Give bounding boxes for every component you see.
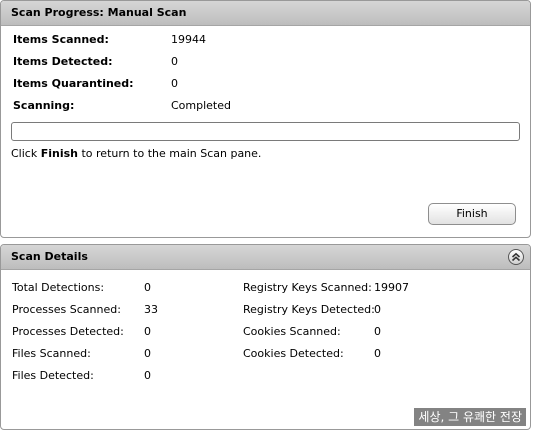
cookies-detected-label: Cookies Detected: [243, 347, 344, 360]
collapse-details-button[interactable] [508, 249, 524, 265]
scan-details-panel: Scan Details Total Detections: 0 Process… [0, 244, 531, 430]
processes-detected-label: Processes Detected: [12, 325, 124, 338]
files-detected-value: 0 [144, 369, 151, 382]
files-scanned-label: Files Scanned: [12, 347, 91, 360]
registry-keys-detected-value: 0 [374, 303, 381, 316]
scanning-status-value: Completed [171, 99, 231, 112]
scan-progress-bar [11, 122, 520, 141]
items-detected-value: 0 [171, 55, 178, 68]
total-detections-value: 0 [144, 281, 151, 294]
finish-instruction: Click Finish to return to the main Scan … [11, 147, 261, 161]
processes-detected-value: 0 [144, 325, 151, 338]
double-chevron-up-icon [511, 252, 521, 262]
cookies-scanned-label: Cookies Scanned: [243, 325, 341, 338]
registry-keys-scanned-label: Registry Keys Scanned: [243, 281, 372, 294]
items-quarantined-label: Items Quarantined: [13, 77, 134, 90]
files-scanned-value: 0 [144, 347, 151, 360]
items-detected-label: Items Detected: [13, 55, 113, 68]
items-scanned-value: 19944 [171, 33, 206, 46]
scan-details-title: Scan Details [11, 250, 88, 263]
instruction-prefix: Click [11, 147, 41, 160]
items-quarantined-value: 0 [171, 77, 178, 90]
finish-button[interactable]: Finish [428, 203, 516, 225]
scanning-label: Scanning: [13, 99, 75, 112]
cookies-detected-value: 0 [374, 347, 381, 360]
instruction-suffix: to return to the main Scan pane. [77, 147, 262, 160]
watermark-caption: 세상, 그 유쾌한 전장 [414, 408, 526, 426]
scan-details-header: Scan Details [1, 245, 530, 270]
instruction-finish-word: Finish [40, 147, 78, 160]
processes-scanned-label: Processes Scanned: [12, 303, 121, 316]
items-scanned-label: Items Scanned: [13, 33, 109, 46]
total-detections-label: Total Detections: [12, 281, 105, 294]
processes-scanned-value: 33 [144, 303, 158, 316]
registry-keys-scanned-value: 19907 [374, 281, 409, 294]
scan-progress-header: Scan Progress: Manual Scan [1, 1, 530, 26]
registry-keys-detected-label: Registry Keys Detected: [243, 303, 375, 316]
scan-progress-panel: Scan Progress: Manual Scan Items Scanned… [0, 0, 531, 238]
scan-progress-title: Scan Progress: Manual Scan [11, 6, 187, 19]
files-detected-label: Files Detected: [12, 369, 94, 382]
scan-window: Scan Progress: Manual Scan Items Scanned… [0, 0, 533, 431]
cookies-scanned-value: 0 [374, 325, 381, 338]
